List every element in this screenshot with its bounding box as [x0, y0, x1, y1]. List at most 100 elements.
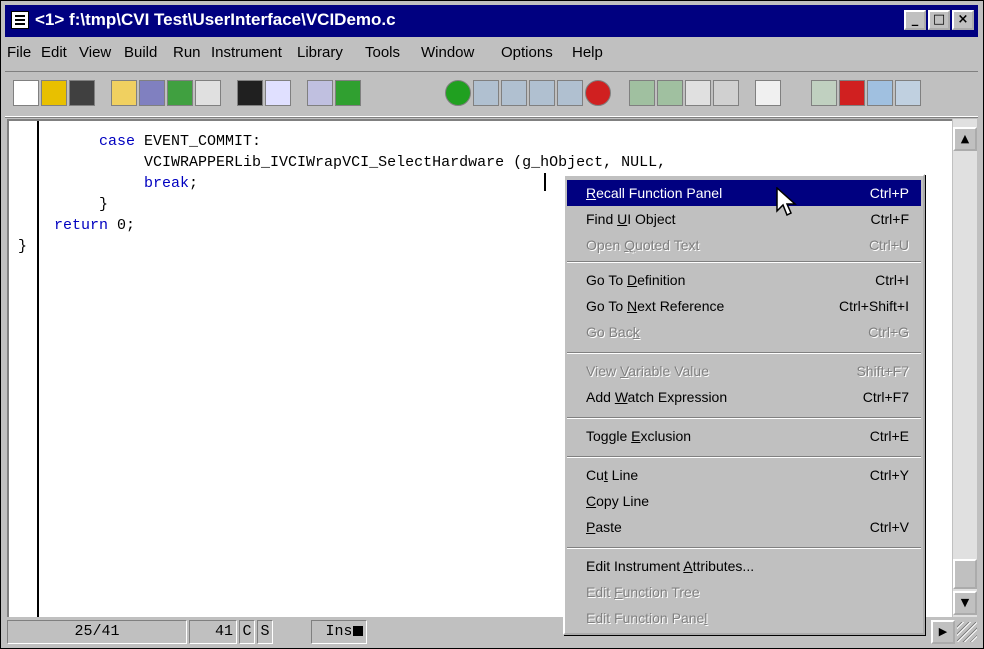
panel-icon[interactable] — [195, 80, 221, 106]
document-page-icon[interactable] — [895, 80, 921, 106]
watch-icon[interactable] — [629, 80, 655, 106]
menu-item[interactable]: Add Watch Expression Ctrl+F7 — [567, 384, 921, 410]
code-keyword: break — [144, 175, 190, 192]
run-icon[interactable] — [335, 80, 361, 106]
page-icon[interactable] — [755, 80, 781, 106]
vertical-scrollbar[interactable]: ▲ ▼ — [953, 119, 977, 617]
menu-item-label: Cut Line — [586, 467, 639, 483]
menu-separator — [567, 352, 921, 354]
maximize-button[interactable]: □ — [928, 10, 950, 30]
menu-item: Edit Function Tree — [567, 579, 921, 605]
step-into-icon[interactable] — [501, 80, 527, 106]
scroll-thumb[interactable] — [953, 559, 977, 589]
calc-icon[interactable] — [713, 80, 739, 106]
code-line[interactable]: case EVENT_COMMIT: — [9, 131, 666, 152]
step-over-icon[interactable] — [473, 80, 499, 106]
menu-item-label: View Variable Value — [586, 363, 709, 379]
code-text: EVENT_COMMIT: — [135, 133, 262, 150]
replace-icon[interactable] — [265, 80, 291, 106]
resize-grip-icon[interactable] — [957, 622, 977, 642]
menu-item-label: Go To Next Reference — [586, 298, 725, 314]
menu-library[interactable]: Library — [297, 44, 343, 61]
menu-item-label: Edit Function Tree — [586, 584, 700, 600]
code-keyword: return — [54, 217, 109, 234]
document-icon[interactable] — [11, 11, 29, 29]
context-menu: Recall Function Panel Ctrl+P Find UI Objec… — [563, 174, 925, 635]
menu-item-label: Edit Function Panel — [586, 610, 708, 626]
code-line[interactable]: VCIWRAPPERLib_IVCIWrapVCI_SelectHardware… — [9, 152, 666, 173]
menu-run[interactable]: Run — [173, 44, 201, 61]
recall-icon[interactable] — [167, 80, 193, 106]
ide-window: <1> f:\tmp\CVI Test\UserInterface\VCIDem… — [0, 0, 984, 649]
project-icon[interactable] — [307, 80, 333, 106]
menu-help[interactable]: Help — [572, 44, 603, 61]
menu-item[interactable]: Copy Line — [567, 488, 921, 514]
menu-item: View Variable Value Shift+F7 — [567, 358, 921, 384]
menu-item-shortcut: Ctrl+V — [869, 519, 909, 535]
menu-item[interactable]: Edit Instrument Attributes... — [567, 553, 921, 579]
menu-instrument[interactable]: Instrument — [211, 44, 282, 61]
close-button[interactable]: × — [952, 10, 974, 30]
menu-item-label: Copy Line — [586, 493, 650, 509]
toolbar — [5, 71, 978, 117]
variables-icon[interactable] — [657, 80, 683, 106]
menu-edit[interactable]: Edit — [41, 44, 67, 61]
flag-c: C — [239, 620, 255, 644]
menu-separator — [567, 417, 921, 419]
menu-item-shortcut: Ctrl+I — [875, 272, 909, 288]
new-file-icon[interactable] — [13, 80, 39, 106]
menu-item: Open Quoted Text Ctrl+U — [567, 232, 921, 258]
menu-item-label: Go To Definition — [586, 272, 686, 288]
code-text: } — [18, 238, 28, 255]
go-icon[interactable] — [445, 80, 471, 106]
link-icon[interactable] — [867, 80, 893, 106]
menu-item-label: Edit Instrument Attributes... — [586, 558, 755, 574]
menu-item[interactable]: Cut Line Ctrl+Y — [567, 462, 921, 488]
menu-item-shortcut: Ctrl+Shift+I — [838, 298, 909, 314]
code-text: ; — [189, 175, 199, 192]
menu-item[interactable]: Recall Function Panel Ctrl+P — [567, 180, 921, 206]
include-icon[interactable] — [139, 80, 165, 106]
find-icon[interactable] — [237, 80, 263, 106]
scroll-right-icon[interactable]: ▶ — [931, 620, 955, 644]
scroll-up-icon[interactable]: ▲ — [953, 127, 977, 151]
menu-options[interactable]: Options — [501, 44, 553, 61]
stop-icon[interactable] — [585, 80, 611, 106]
edit-icon[interactable] — [111, 80, 137, 106]
menu-item[interactable]: Find UI Object Ctrl+F — [567, 206, 921, 232]
menu-view[interactable]: View — [79, 44, 111, 61]
menu-item-shortcut: Ctrl+G — [868, 324, 909, 340]
scroll-down-icon[interactable]: ▼ — [953, 591, 977, 615]
menu-item[interactable]: Paste Ctrl+V — [567, 514, 921, 540]
menu-file[interactable]: File — [7, 44, 31, 61]
menu-separator — [567, 547, 921, 549]
open-file-icon[interactable] — [41, 80, 67, 106]
menu-item-label: Toggle Exclusion — [586, 428, 692, 444]
save-icon[interactable] — [69, 80, 95, 106]
menu-build[interactable]: Build — [124, 44, 157, 61]
menu-separator — [567, 261, 921, 263]
menu-item-label: Open Quoted Text — [586, 237, 700, 253]
finish-icon[interactable] — [529, 80, 555, 106]
menu-item[interactable]: Go To Next Reference Ctrl+Shift+I — [567, 293, 921, 319]
menu-bar: File Edit View Build Run Instrument Libr… — [5, 39, 978, 67]
menu-item[interactable]: Toggle Exclusion Ctrl+E — [567, 423, 921, 449]
menu-tools[interactable]: Tools — [365, 44, 400, 61]
title-bar[interactable]: <1> f:\tmp\CVI Test\UserInterface\VCIDem… — [5, 5, 978, 37]
menu-window[interactable]: Window — [421, 44, 474, 61]
menu-item-shortcut: Ctrl+Y — [869, 467, 909, 483]
menu-item-shortcut: Ctrl+E — [869, 428, 909, 444]
column-number: 41 — [189, 620, 237, 644]
menu-item[interactable]: Go To Definition Ctrl+I — [567, 267, 921, 293]
code-text: } — [99, 196, 109, 213]
menu-item-label: Go Back — [586, 324, 640, 340]
minimize-button[interactable]: _ — [904, 10, 926, 30]
breakpoint-icon[interactable] — [557, 80, 583, 106]
menu-item-shortcut: Ctrl+U — [868, 237, 909, 253]
toggle-icon[interactable] — [811, 80, 837, 106]
glasses-icon[interactable] — [685, 80, 711, 106]
mouse-pointer-icon — [776, 187, 797, 217]
menu-item: Go Back Ctrl+G — [567, 319, 921, 345]
exclude-icon[interactable] — [839, 80, 865, 106]
menu-separator — [567, 456, 921, 458]
